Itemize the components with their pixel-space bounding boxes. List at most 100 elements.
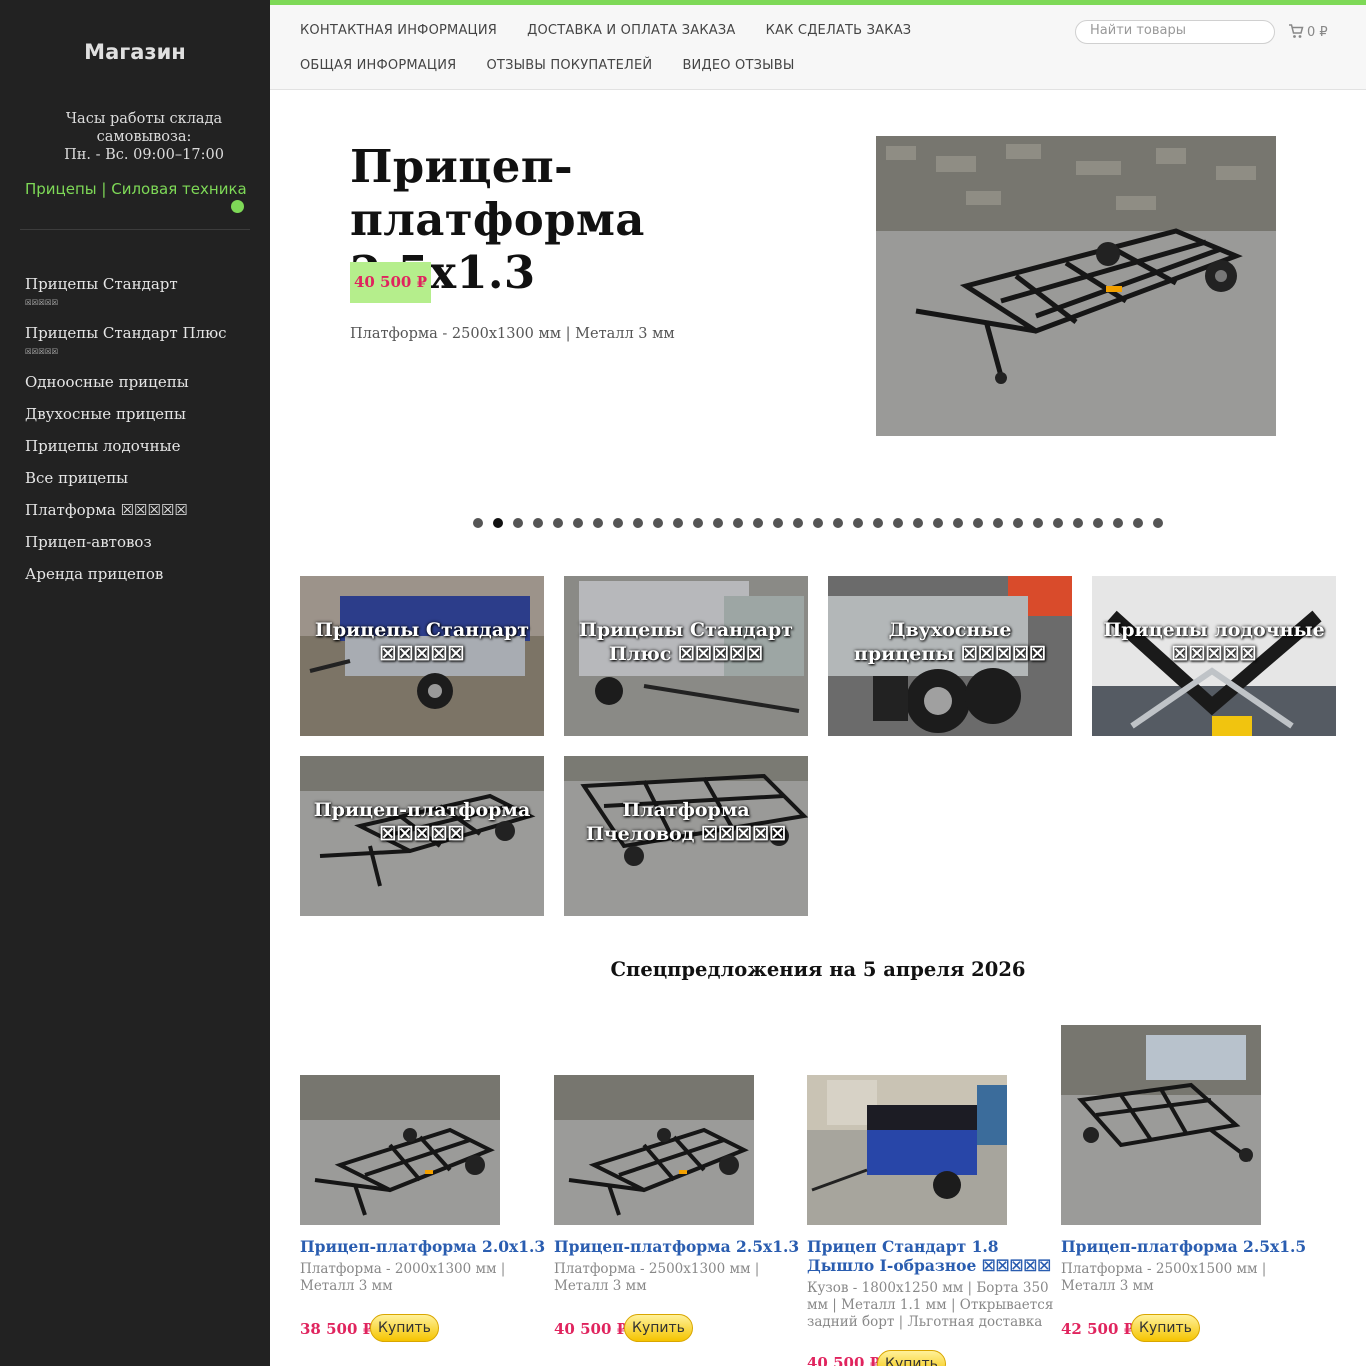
sidebar-item-rental[interactable]: Аренда прицепов xyxy=(25,566,260,583)
product-image[interactable] xyxy=(1061,1025,1261,1225)
slider-dot[interactable] xyxy=(1013,518,1023,528)
sidebar-item-standard[interactable]: Прицепы Стандарт ☒☒☒☒☒ xyxy=(25,276,260,310)
search-input[interactable]: Найти товары xyxy=(1075,20,1275,44)
slider-dot[interactable] xyxy=(573,518,583,528)
slider-dot[interactable] xyxy=(593,518,603,528)
slider-dot[interactable] xyxy=(933,518,943,528)
warehouse-hours: Часы работы склада самовывоза: Пн. - Вс.… xyxy=(20,110,268,164)
slider-dot[interactable] xyxy=(1033,518,1043,528)
slider-dot[interactable] xyxy=(953,518,963,528)
slider-dot[interactable] xyxy=(1113,518,1123,528)
rating-stars: ☒☒☒☒☒ xyxy=(25,295,59,308)
slider-dot[interactable] xyxy=(893,518,903,528)
tile-beekeeper[interactable]: Платформа Пчеловод ☒☒☒☒☒ xyxy=(564,756,808,916)
tile-double-axle[interactable]: Двухосные прицепы ☒☒☒☒☒ xyxy=(828,576,1072,736)
category-switch-link[interactable]: Прицепы | Силовая техника xyxy=(25,180,247,198)
product-description: Платформа - 2500x1300 мм | Металл 3 мм xyxy=(554,1261,760,1294)
nav-contacts[interactable]: КОНТАКТНАЯ ИНФОРМАЦИЯ xyxy=(300,23,497,38)
product-price: 40 500 ₽ xyxy=(807,1354,881,1366)
buy-button[interactable]: Купить xyxy=(624,1314,693,1342)
nav-links: КОНТАКТНАЯ ИНФОРМАЦИЯ ДОСТАВКА И ОПЛАТА … xyxy=(300,23,1060,93)
slider-dot[interactable] xyxy=(873,518,883,528)
cart-total: 0 ₽ xyxy=(1307,25,1328,40)
tile-boat[interactable]: Прицепы лодочные ☒☒☒☒☒ xyxy=(1092,576,1336,736)
slider-dot[interactable] xyxy=(853,518,863,528)
nav-general-info[interactable]: ОБЩАЯ ИНФОРМАЦИЯ xyxy=(300,58,456,73)
sidebar-item-boat[interactable]: Прицепы лодочные xyxy=(25,438,260,455)
sidebar-item-double-axle[interactable]: Двухосные прицепы xyxy=(25,406,260,423)
cart-icon xyxy=(1289,24,1304,38)
slider-dot[interactable] xyxy=(993,518,1003,528)
slider-dot[interactable] xyxy=(493,518,503,528)
slider-dot[interactable] xyxy=(553,518,563,528)
site-brand[interactable]: Магазин xyxy=(0,40,270,64)
slider-dot[interactable] xyxy=(613,518,623,528)
sidebar-item-all[interactable]: Все прицепы xyxy=(25,470,260,487)
buy-button[interactable]: Купить xyxy=(877,1350,946,1366)
product-price: 38 500 ₽ xyxy=(300,1320,374,1338)
product-name[interactable]: Прицеп Стандарт 1.8 Дышло I-образное ☒☒☒… xyxy=(807,1237,1057,1275)
buy-button[interactable]: Купить xyxy=(370,1314,439,1342)
tile-caption: Прицепы Стандарт Плюс ☒☒☒☒☒ xyxy=(578,619,794,665)
slider-dot[interactable] xyxy=(653,518,663,528)
online-indicator-icon xyxy=(231,200,244,213)
tile-caption: Платформа Пчеловод ☒☒☒☒☒ xyxy=(585,799,787,845)
slider-dot[interactable] xyxy=(693,518,703,528)
slider-dot[interactable] xyxy=(973,518,983,528)
tile-standard-plus[interactable]: Прицепы Стандарт Плюс ☒☒☒☒☒ xyxy=(564,576,808,736)
hero-price: 40 500 ₽ xyxy=(350,262,431,303)
sidebar-divider xyxy=(20,229,250,230)
nav-reviews[interactable]: ОТЗЫВЫ ПОКУПАТЕЛЕЙ xyxy=(487,58,653,73)
slider-dot[interactable] xyxy=(793,518,803,528)
tile-standard[interactable]: Прицепы Стандарт ☒☒☒☒☒ xyxy=(300,576,544,736)
slider-dot[interactable] xyxy=(773,518,783,528)
slider-dot[interactable] xyxy=(1153,518,1163,528)
sidebar-nav: Прицепы Стандарт ☒☒☒☒☒ Прицепы Стандарт П… xyxy=(25,276,260,598)
sidebar: Магазин Часы работы склада самовывоза: П… xyxy=(0,0,270,1366)
hours-line-2: Пн. - Вс. 09:00–17:00 xyxy=(64,147,224,163)
slider-dot[interactable] xyxy=(1073,518,1083,528)
special-offers-title: Спецпредложения на 5 апреля 2026 xyxy=(610,958,1026,981)
slider-dot[interactable] xyxy=(813,518,823,528)
product-name[interactable]: Прицеп-платформа 2.5x1.5 xyxy=(1061,1237,1311,1256)
product-image[interactable] xyxy=(300,1075,500,1225)
slider-dot[interactable] xyxy=(713,518,723,528)
hero-description: Платформа - 2500x1300 мм | Металл 3 мм xyxy=(350,326,675,342)
product-image[interactable] xyxy=(554,1075,754,1225)
slider-dot[interactable] xyxy=(833,518,843,528)
slider-dot[interactable] xyxy=(733,518,743,528)
product-description: Платформа - 2000x1300 мм | Металл 3 мм xyxy=(300,1261,506,1294)
slider-dot[interactable] xyxy=(753,518,763,528)
rating-stars: ☒☒☒☒☒ xyxy=(25,344,59,357)
tile-caption: Прицеп-платформа ☒☒☒☒☒ xyxy=(313,799,531,845)
slider-dot[interactable] xyxy=(1053,518,1063,528)
tile-caption: Двухосные прицепы ☒☒☒☒☒ xyxy=(853,619,1047,665)
product-name[interactable]: Прицеп-платформа 2.0x1.3 xyxy=(300,1237,550,1256)
nav-how-to-order[interactable]: КАК СДЕЛАТЬ ЗАКАЗ xyxy=(766,23,912,38)
product-name[interactable]: Прицеп-платформа 2.5x1.3 xyxy=(554,1237,804,1256)
slider-dot[interactable] xyxy=(633,518,643,528)
sidebar-item-single-axle[interactable]: Одноосные прицепы xyxy=(25,374,260,391)
sidebar-item-car-carrier[interactable]: Прицеп-автовоз xyxy=(25,534,260,551)
product-description: Кузов - 1800x1250 мм | Борта 350 мм | Ме… xyxy=(807,1280,1054,1330)
slider-dot[interactable] xyxy=(913,518,923,528)
slider-dot[interactable] xyxy=(533,518,543,528)
hero-product-image[interactable] xyxy=(876,136,1276,436)
sidebar-item-standard-plus[interactable]: Прицепы Стандарт Плюс ☒☒☒☒☒ xyxy=(25,325,260,359)
slider-dot[interactable] xyxy=(513,518,523,528)
slider-dot[interactable] xyxy=(673,518,683,528)
tile-caption: Прицепы лодочные ☒☒☒☒☒ xyxy=(1103,619,1325,665)
product-description: Платформа - 2500x1500 мм | Металл 3 мм xyxy=(1061,1261,1267,1294)
nav-video-reviews[interactable]: ВИДЕО ОТЗЫВЫ xyxy=(682,58,794,73)
tile-caption: Прицепы Стандарт ☒☒☒☒☒ xyxy=(314,619,530,665)
cart-button[interactable]: 0 ₽ xyxy=(1288,24,1328,40)
product-image[interactable] xyxy=(807,1075,1007,1225)
tile-platform[interactable]: Прицеп-платформа ☒☒☒☒☒ xyxy=(300,756,544,916)
top-nav: КОНТАКТНАЯ ИНФОРМАЦИЯ ДОСТАВКА И ОПЛАТА … xyxy=(270,5,1366,90)
nav-delivery[interactable]: ДОСТАВКА И ОПЛАТА ЗАКАЗА xyxy=(527,23,735,38)
buy-button[interactable]: Купить xyxy=(1131,1314,1200,1342)
slider-dot[interactable] xyxy=(473,518,483,528)
slider-dot[interactable] xyxy=(1093,518,1103,528)
slider-dot[interactable] xyxy=(1133,518,1143,528)
sidebar-item-platform[interactable]: Платформа ☒☒☒☒☒ xyxy=(25,502,260,519)
